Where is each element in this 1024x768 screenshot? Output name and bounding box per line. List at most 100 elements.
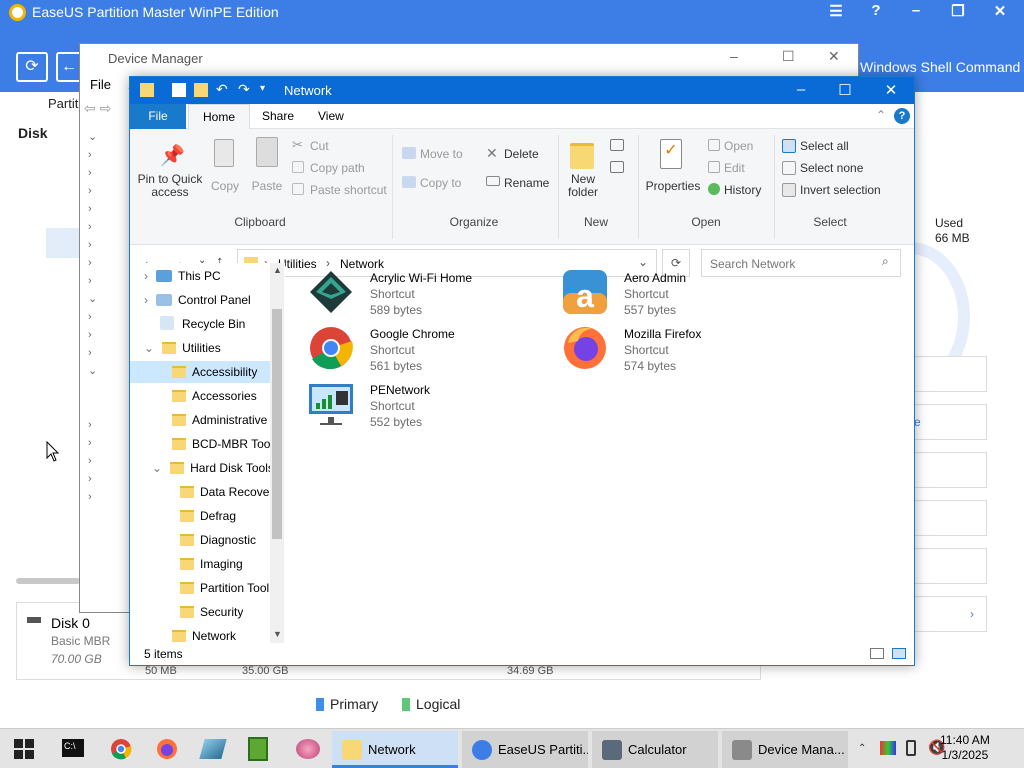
folder-icon xyxy=(342,740,362,760)
help-icon[interactable]: ? xyxy=(894,108,910,124)
select-none-button[interactable]: Select none xyxy=(800,161,863,175)
windows-shell-command-button[interactable]: Windows Shell Command xyxy=(860,59,1020,75)
tab-home[interactable]: Home xyxy=(188,104,251,129)
devmgr-minimize-icon[interactable]: – xyxy=(730,48,738,64)
copy-button[interactable]: Copy xyxy=(208,179,242,193)
right-action-button-5[interactable] xyxy=(905,548,987,584)
notepad-icon[interactable] xyxy=(199,739,227,759)
explorer-window[interactable]: ↶ ↷ ▾ Network – ☐ ✕ File Home Share View… xyxy=(129,76,915,666)
properties-button[interactable]: Properties xyxy=(644,179,702,193)
close-icon[interactable]: ✕ xyxy=(990,2,1010,20)
nav-bcd-mbr-tool[interactable]: BCD-MBR Tool xyxy=(172,433,270,455)
task-easeus[interactable]: EaseUS Partiti... xyxy=(462,731,588,768)
devmgr-maximize-icon[interactable]: ☐ xyxy=(782,48,795,65)
select-all-button[interactable]: Select all xyxy=(800,139,849,153)
delete-button[interactable]: Delete xyxy=(504,147,539,161)
nav-accessibility[interactable]: Accessibility xyxy=(130,361,270,383)
nav-administrative[interactable]: Administrative xyxy=(172,409,270,431)
right-action-button-1[interactable]: e xyxy=(905,356,987,392)
right-action-button-2[interactable]: ce xyxy=(905,404,987,440)
explorer-maximize-icon[interactable]: ☐ xyxy=(830,81,860,99)
nav-control-panel[interactable]: › Control Panel xyxy=(144,289,251,311)
tab-view[interactable]: View xyxy=(304,104,358,129)
firefox-taskbar-icon[interactable] xyxy=(156,738,178,760)
navigation-pane[interactable]: › This PC › Control Panel Recycle Bin ⌄ Uti… xyxy=(130,263,285,643)
paste-button[interactable]: Paste xyxy=(248,179,286,193)
paste-shortcut-button[interactable]: Paste shortcut xyxy=(310,183,387,197)
move-to-button[interactable]: Move to xyxy=(420,147,463,161)
tab-file[interactable]: File xyxy=(130,104,186,129)
history-button[interactable]: History xyxy=(724,183,761,197)
devmgr-nav-arrows-icon[interactable]: ⇦ ⇨ xyxy=(84,100,130,116)
qa-dropdown-icon[interactable]: ▾ xyxy=(260,83,265,94)
file-aero-admin[interactable]: a Aero Admin Shortcut 557 bytes xyxy=(562,269,802,321)
file-mozilla-firefox[interactable]: Mozilla Firefox Shortcut 574 bytes xyxy=(562,325,802,377)
nav-data-recover[interactable]: Data Recover xyxy=(180,481,270,503)
nav-diagnostic[interactable]: Diagnostic xyxy=(180,529,256,551)
nav-scrollbar[interactable]: ▲ ▼ xyxy=(270,263,284,643)
pin-to-quick-access-button[interactable]: Pin to Quick access xyxy=(136,173,204,199)
devmgr-close-icon[interactable]: ✕ xyxy=(828,48,840,65)
restore-icon[interactable]: ❐ xyxy=(948,2,968,20)
easy-access-icon[interactable] xyxy=(610,161,624,173)
edit-button[interactable]: Edit xyxy=(724,161,745,175)
paint-icon[interactable] xyxy=(296,739,320,759)
menu-icon[interactable]: ☰ xyxy=(826,2,846,20)
rename-button[interactable]: Rename xyxy=(504,176,549,190)
file-penetwork[interactable]: PENetwork Shortcut 552 bytes xyxy=(308,381,548,433)
nav-hard-disk-tools[interactable]: ⌄ Hard Disk Tools xyxy=(152,457,270,479)
redo-icon[interactable]: ↷ xyxy=(238,81,250,98)
open-button[interactable]: Open xyxy=(724,139,753,153)
scroll-thumb[interactable] xyxy=(272,309,282,539)
task-network[interactable]: Network xyxy=(332,731,458,768)
sheet-icon[interactable] xyxy=(248,737,268,761)
battery-icon[interactable] xyxy=(906,740,916,756)
tray-color-icon[interactable] xyxy=(880,741,896,755)
nav-partition-tool[interactable]: Partition Tool xyxy=(180,577,270,599)
scroll-up-icon[interactable]: ▲ xyxy=(273,265,282,275)
scroll-down-icon[interactable]: ▼ xyxy=(273,629,282,639)
scrollbar[interactable] xyxy=(16,578,80,584)
nav-recycle-bin[interactable]: Recycle Bin xyxy=(160,313,245,335)
refresh-button[interactable]: ⟳ xyxy=(16,52,48,82)
devmgr-tree[interactable]: ⌄ › › › › › › › › ⌄ › › › ⌄ › › › › › xyxy=(88,128,128,503)
devmgr-menu-file[interactable]: File xyxy=(90,77,111,92)
nav-imaging[interactable]: Imaging xyxy=(180,553,243,575)
nav-this-pc[interactable]: › This PC xyxy=(144,265,221,287)
minimize-icon[interactable]: – xyxy=(906,2,926,19)
nav-security[interactable]: Security xyxy=(180,601,243,623)
cut-button[interactable]: Cut xyxy=(310,139,329,153)
explorer-close-icon[interactable]: ✕ xyxy=(876,81,906,99)
properties-qa-icon[interactable] xyxy=(172,83,186,97)
nav-defrag[interactable]: Defrag xyxy=(180,505,236,527)
details-view-icon[interactable] xyxy=(870,648,884,659)
nav-utilities[interactable]: ⌄ Utilities xyxy=(144,337,221,359)
new-item-icon[interactable] xyxy=(610,139,624,151)
clock[interactable]: 11:40 AM 1/3/2025 xyxy=(940,733,990,763)
copy-to-button[interactable]: Copy to xyxy=(420,176,461,190)
tab-share[interactable]: Share xyxy=(248,104,308,129)
undo-icon[interactable]: ↶ xyxy=(216,81,228,98)
tray-arrow-icon[interactable]: ⌃ xyxy=(858,743,866,768)
nav-accessories[interactable]: Accessories xyxy=(172,385,257,407)
file-size: 552 bytes xyxy=(370,415,423,429)
invert-selection-button[interactable]: Invert selection xyxy=(800,183,881,197)
right-action-button-6[interactable]: › xyxy=(905,596,987,632)
copy-path-button[interactable]: Copy path xyxy=(310,161,365,175)
chrome-taskbar-icon[interactable] xyxy=(110,738,132,760)
cmd-icon[interactable]: C:\ xyxy=(62,739,84,757)
ribbon-collapse-icon[interactable]: ⌃ xyxy=(876,108,886,122)
help-icon[interactable]: ? xyxy=(866,2,886,19)
task-calculator[interactable]: Calculator xyxy=(592,731,718,768)
right-action-button-3[interactable] xyxy=(905,452,987,488)
new-folder-button[interactable]: New folder xyxy=(564,173,602,199)
explorer-minimize-icon[interactable]: – xyxy=(786,81,816,98)
large-icons-view-icon[interactable] xyxy=(892,648,906,659)
task-device-manager[interactable]: Device Mana... xyxy=(722,731,848,768)
start-icon[interactable] xyxy=(14,739,34,759)
selected-partition[interactable] xyxy=(46,228,80,258)
file-acrylic-wifi-home[interactable]: Acrylic Wi-Fi Home Shortcut 589 bytes xyxy=(308,269,548,321)
file-google-chrome[interactable]: Google Chrome Shortcut 561 bytes xyxy=(308,325,548,377)
right-action-button-4[interactable] xyxy=(905,500,987,536)
new-folder-qa-icon[interactable] xyxy=(194,83,208,97)
